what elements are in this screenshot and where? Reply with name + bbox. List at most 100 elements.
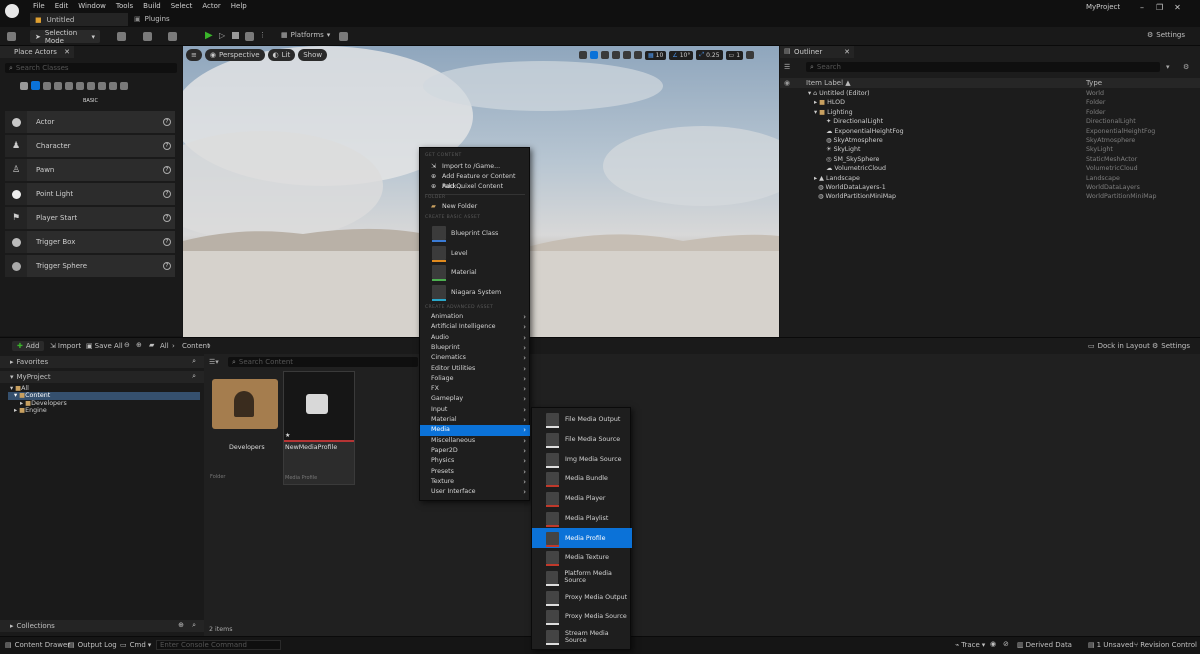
content-drawer-button[interactable]: ▤ Content Drawer — [5, 641, 70, 649]
filter-icon[interactable]: ☰ — [784, 63, 790, 71]
outliner-row[interactable]: ◎ SM_SkySphere StaticMeshActor — [780, 155, 1200, 164]
menu-item-input[interactable]: Input › — [420, 405, 530, 415]
asset-tile-new-media-profile[interactable]: ★ NewMediaProfile Media Profile — [283, 371, 355, 485]
camera-speed-button[interactable]: ▭ 1 — [725, 50, 744, 60]
forward-icon[interactable]: ⊕ — [136, 341, 142, 349]
chevron-right-icon[interactable]: › — [208, 342, 211, 350]
minimize-icon[interactable]: – — [1140, 3, 1144, 12]
remote-icon[interactable] — [339, 32, 348, 41]
menu-actor[interactable]: Actor — [202, 2, 220, 10]
submenu-item-file-media-source[interactable]: File Media Source — [532, 430, 632, 450]
menu-item-texture[interactable]: Texture › — [420, 477, 530, 487]
back-icon[interactable]: ⊖ — [124, 341, 130, 349]
submenu-item-proxy-media-output[interactable]: Proxy Media Output — [532, 587, 632, 607]
help-icon[interactable]: ? — [163, 238, 171, 246]
tree-item-all[interactable]: ▾ ■All — [10, 385, 29, 392]
submenu-item-img-media-source[interactable]: Img Media Source — [532, 449, 632, 469]
submenu-item-file-media-output[interactable]: File Media Output — [532, 410, 632, 430]
outliner-row[interactable]: ✦ DirectionalLight DirectionalLight — [780, 117, 1200, 126]
import-button[interactable]: ⇲ Import — [50, 342, 81, 350]
close-icon[interactable]: ✕ — [1174, 3, 1181, 12]
submenu-item-proxy-media-source[interactable]: Proxy Media Source — [532, 607, 632, 627]
tree-item-developers[interactable]: ▸ ■Developers — [20, 400, 67, 407]
recent-icon[interactable] — [20, 81, 28, 90]
play-icon[interactable]: ▶ — [205, 30, 213, 41]
outliner-row[interactable]: ☁ VolumetricCloud VolumetricCloud — [780, 164, 1200, 173]
search-icon[interactable]: ⌕ — [192, 621, 196, 630]
collections-header[interactable]: ▸ Collections ⊕ ⌕ — [0, 620, 204, 632]
scale-snap-button[interactable]: ⤢ 0.25 — [696, 50, 723, 60]
more-icon[interactable] — [120, 81, 128, 90]
add-button[interactable]: ✚ Add — [12, 341, 45, 351]
unreal-logo-icon[interactable] — [5, 4, 19, 18]
outliner-row[interactable]: ▸ ▲ Landscape Landscape — [780, 174, 1200, 183]
column-item-label[interactable]: Item Label ▲ — [806, 79, 851, 87]
help-icon[interactable]: ? — [163, 166, 171, 174]
submenu-item-media-playlist[interactable]: Media Playlist — [532, 509, 632, 529]
save-icon[interactable] — [7, 32, 16, 41]
grid-snap-button[interactable]: ▦ 10 — [645, 50, 667, 60]
cinematics-icon[interactable] — [168, 32, 177, 41]
select-icon[interactable] — [579, 51, 587, 59]
add-collection-icon[interactable]: ⊕ — [178, 621, 184, 629]
menu-item-cinematics[interactable]: Cinematics › — [420, 353, 530, 363]
maximize-icon[interactable]: ❐ — [1156, 3, 1163, 12]
surface-snap-icon[interactable] — [634, 51, 642, 59]
tab-plugins[interactable]: ▣ Plugins — [134, 15, 170, 23]
eject-icon[interactable] — [245, 32, 254, 41]
tab-untitled[interactable]: ■ Untitled — [30, 13, 128, 26]
actor-item-point-light[interactable]: Point Light ? — [5, 183, 175, 205]
menu-item-miscellaneous[interactable]: Miscellaneous › — [420, 436, 530, 446]
volumes-icon[interactable] — [98, 81, 106, 90]
rotation-snap-button[interactable]: ∠ 10° — [669, 50, 694, 60]
menu-help[interactable]: Help — [231, 2, 247, 10]
close-icon[interactable]: ✕ — [844, 46, 850, 58]
actor-item-actor[interactable]: Actor ? — [5, 111, 175, 133]
actor-item-player-start[interactable]: ⚑ Player Start ? — [5, 207, 175, 229]
breadcrumb-content[interactable]: Content — [182, 342, 210, 350]
content-settings-button[interactable]: ⚙ Settings — [1152, 342, 1190, 350]
menu-item-material[interactable]: Material — [432, 263, 477, 281]
menu-window[interactable]: Window — [78, 2, 106, 10]
asset-tile-developers[interactable]: Developers Folder — [210, 373, 282, 485]
filter-icon[interactable]: ☰▾ — [209, 358, 219, 366]
save-all-button[interactable]: ▣ Save All — [86, 342, 123, 350]
menu-item-material[interactable]: Material › — [420, 415, 530, 425]
console-input[interactable]: Enter Console Command — [156, 640, 281, 650]
trace-button[interactable]: ⌁ Trace ▾ — [955, 641, 985, 649]
help-icon[interactable]: ? — [163, 142, 171, 150]
platforms-button[interactable]: ▦ Platforms ▾ — [281, 31, 330, 39]
menu-file[interactable]: File — [33, 2, 45, 10]
project-header[interactable]: ▾ MyProject ⌕ — [0, 371, 204, 383]
search-icon[interactable]: ⌕ — [192, 372, 196, 381]
menu-item-quixel[interactable]: ⊕ Add Quixel Content — [420, 182, 530, 192]
search-classes-input[interactable]: ⌕ Search Classes — [5, 63, 177, 73]
tree-item-engine[interactable]: ▸ ■Engine — [14, 407, 47, 414]
menu-item-audio[interactable]: Audio › — [420, 333, 530, 343]
menu-item-animation[interactable]: Animation › — [420, 312, 530, 322]
world-local-icon[interactable] — [623, 51, 631, 59]
shapes-icon[interactable] — [54, 81, 62, 90]
search-content-input[interactable]: ⌕ Search Content — [228, 357, 418, 367]
menu-tools[interactable]: Tools — [116, 2, 133, 10]
menu-item-blueprint[interactable]: Blueprint › — [420, 343, 530, 353]
cinematic-icon[interactable] — [65, 81, 73, 90]
help-icon[interactable]: ? — [163, 118, 171, 126]
all-classes-icon[interactable] — [109, 81, 117, 90]
menu-item-foliage[interactable]: Foliage › — [420, 374, 530, 384]
menu-build[interactable]: Build — [143, 2, 161, 10]
menu-item-media[interactable]: Media › — [420, 425, 530, 436]
actor-item-pawn[interactable]: ♙ Pawn ? — [5, 159, 175, 181]
perspective-button[interactable]: ◉ Perspective — [204, 49, 265, 61]
menu-select[interactable]: Select — [171, 2, 193, 10]
help-icon[interactable]: ? — [163, 262, 171, 270]
tree-item-content[interactable]: ▾ ■Content — [14, 392, 50, 399]
search-icon[interactable]: ⌕ — [192, 357, 196, 366]
eye-icon[interactable]: ◉ — [784, 79, 790, 87]
favorites-header[interactable]: ▸ Favorites ⌕ — [0, 356, 204, 368]
menu-item-gameplay[interactable]: Gameplay › — [420, 394, 530, 404]
stop-icon[interactable] — [232, 32, 239, 39]
translate-icon[interactable] — [590, 51, 598, 59]
menu-item-presets[interactable]: Presets › — [420, 467, 530, 477]
rotate-icon[interactable] — [601, 51, 609, 59]
